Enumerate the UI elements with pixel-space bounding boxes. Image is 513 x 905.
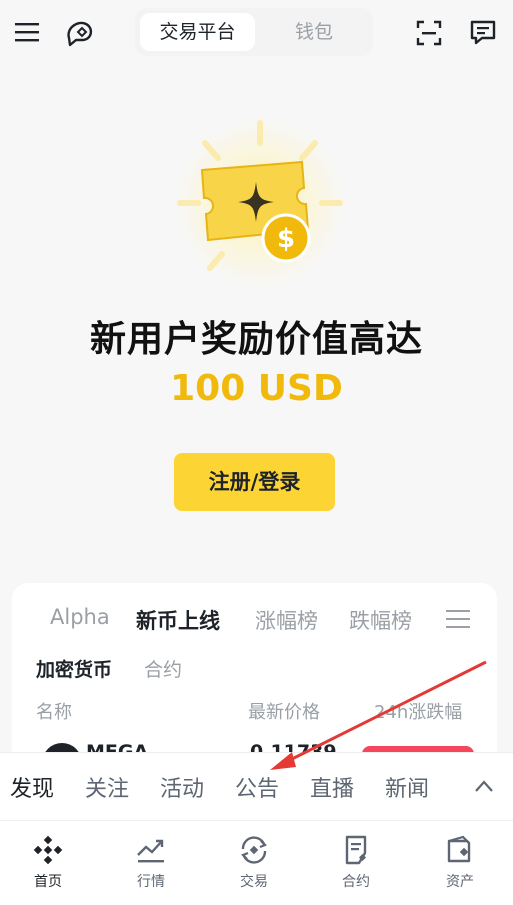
scan-icon[interactable] [414,18,444,48]
tab-following[interactable]: 关注 [85,771,129,803]
nav-trade[interactable]: 交易 [218,833,290,891]
tab-discover[interactable]: 发现 [10,771,54,803]
nav-assets-label: 资产 [446,874,474,890]
contract-document-icon [345,835,367,865]
column-last-price[interactable]: 最新价格 [248,698,320,724]
tab-top-gainers[interactable]: 涨幅榜 [255,605,318,635]
menu-icon[interactable] [15,22,39,42]
platform-switch: 交易平台 钱包 [135,8,373,56]
column-24h-change[interactable]: 24h涨跌幅 [374,698,462,724]
feed-tab-bar: 发现 关注 活动 公告 直播 新闻 [0,752,513,821]
svg-text:$: $ [277,224,295,254]
nav-markets[interactable]: 行情 [115,833,187,891]
binance-logo-icon [33,835,63,865]
chevron-up-icon[interactable] [474,779,494,793]
tab-new-listings[interactable]: 新币上线 [136,605,220,635]
nav-assets[interactable]: 资产 [424,833,496,891]
nav-home[interactable]: 首页 [12,833,84,891]
nav-futures-label: 合约 [342,874,370,890]
hero-headline: 新用户奖励价值高达 [89,319,423,360]
tab-exchange[interactable]: 交易平台 [140,13,255,51]
tab-alpha[interactable]: Alpha [50,605,110,629]
hero-amount: 100 USD [170,368,343,409]
tab-news[interactable]: 新闻 [385,771,429,803]
trade-swap-icon [241,836,267,864]
chart-line-icon [137,839,164,863]
signup-login-button[interactable]: 注册/登录 [174,453,335,511]
reward-ticket-icon: $ [175,118,345,288]
nav-home-label: 首页 [34,874,62,890]
tab-wallet[interactable]: 钱包 [259,13,369,51]
message-icon[interactable] [468,18,498,48]
ai-assistant-icon[interactable] [64,18,98,48]
tab-campaigns[interactable]: 活动 [160,771,204,803]
subtab-futures[interactable]: 合约 [144,655,182,682]
nav-markets-label: 行情 [137,874,165,890]
column-name[interactable]: 名称 [36,698,72,724]
tab-announcements[interactable]: 公告 [235,771,279,803]
wallet-icon [447,835,471,863]
tab-top-losers[interactable]: 跌幅榜 [349,605,412,635]
nav-futures[interactable]: 合约 [320,833,392,891]
bottom-nav: 首页 行情 交易 合约 资产 [0,820,513,905]
tab-live[interactable]: 直播 [310,771,354,803]
nav-trade-label: 交易 [240,874,268,890]
top-bar: 交易平台 钱包 [0,0,513,64]
list-menu-icon[interactable] [446,609,470,629]
subtab-crypto[interactable]: 加密货币 [36,655,112,682]
